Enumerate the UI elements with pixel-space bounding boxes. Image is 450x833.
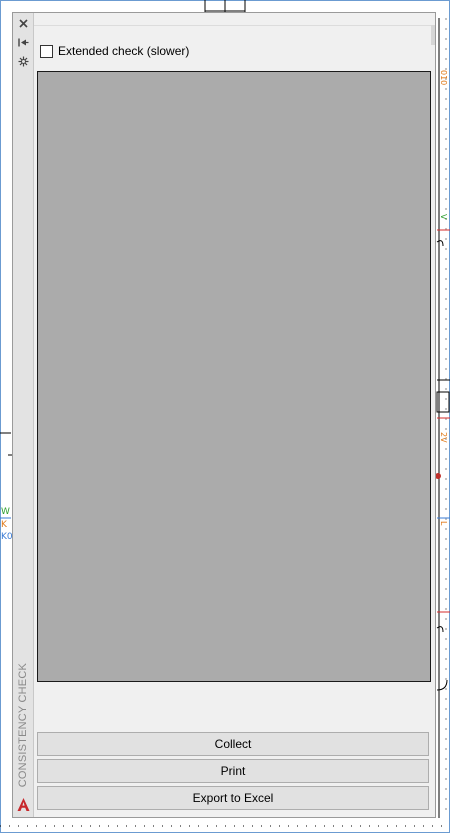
palette-title: CONSISTENCY CHECK: [17, 662, 29, 787]
extended-check-label[interactable]: Extended check (slower): [58, 44, 189, 58]
extended-check-option[interactable]: Extended check (slower): [40, 43, 189, 59]
palette-content: Extended check (slower) Collect Print Ex…: [34, 13, 435, 817]
drawing-label-010: 010: [439, 70, 448, 85]
print-button[interactable]: Print: [37, 759, 429, 783]
drawing-label-k: K: [1, 520, 8, 530]
palette-top-strip: [34, 13, 435, 26]
consistency-check-palette: CONSISTENCY CHECK Extended check (slower…: [12, 12, 436, 818]
autocad-logo-icon: [16, 797, 31, 812]
drawing-label-2v: 2V: [439, 432, 448, 443]
drawing-label-v: V: [439, 214, 448, 220]
drawing-label-w: W: [1, 507, 10, 517]
close-icon[interactable]: [16, 16, 31, 31]
extended-check-checkbox[interactable]: [40, 44, 53, 58]
palette-titlebar[interactable]: CONSISTENCY CHECK: [13, 13, 34, 817]
collect-button[interactable]: Collect: [37, 732, 429, 756]
properties-icon[interactable]: [16, 54, 31, 69]
export-to-excel-button[interactable]: Export to Excel: [37, 786, 429, 810]
results-list[interactable]: [37, 71, 431, 682]
scrollbar-stub[interactable]: [431, 25, 435, 45]
auto-hide-icon[interactable]: [16, 35, 31, 50]
drawing-label-l: L: [439, 521, 448, 526]
